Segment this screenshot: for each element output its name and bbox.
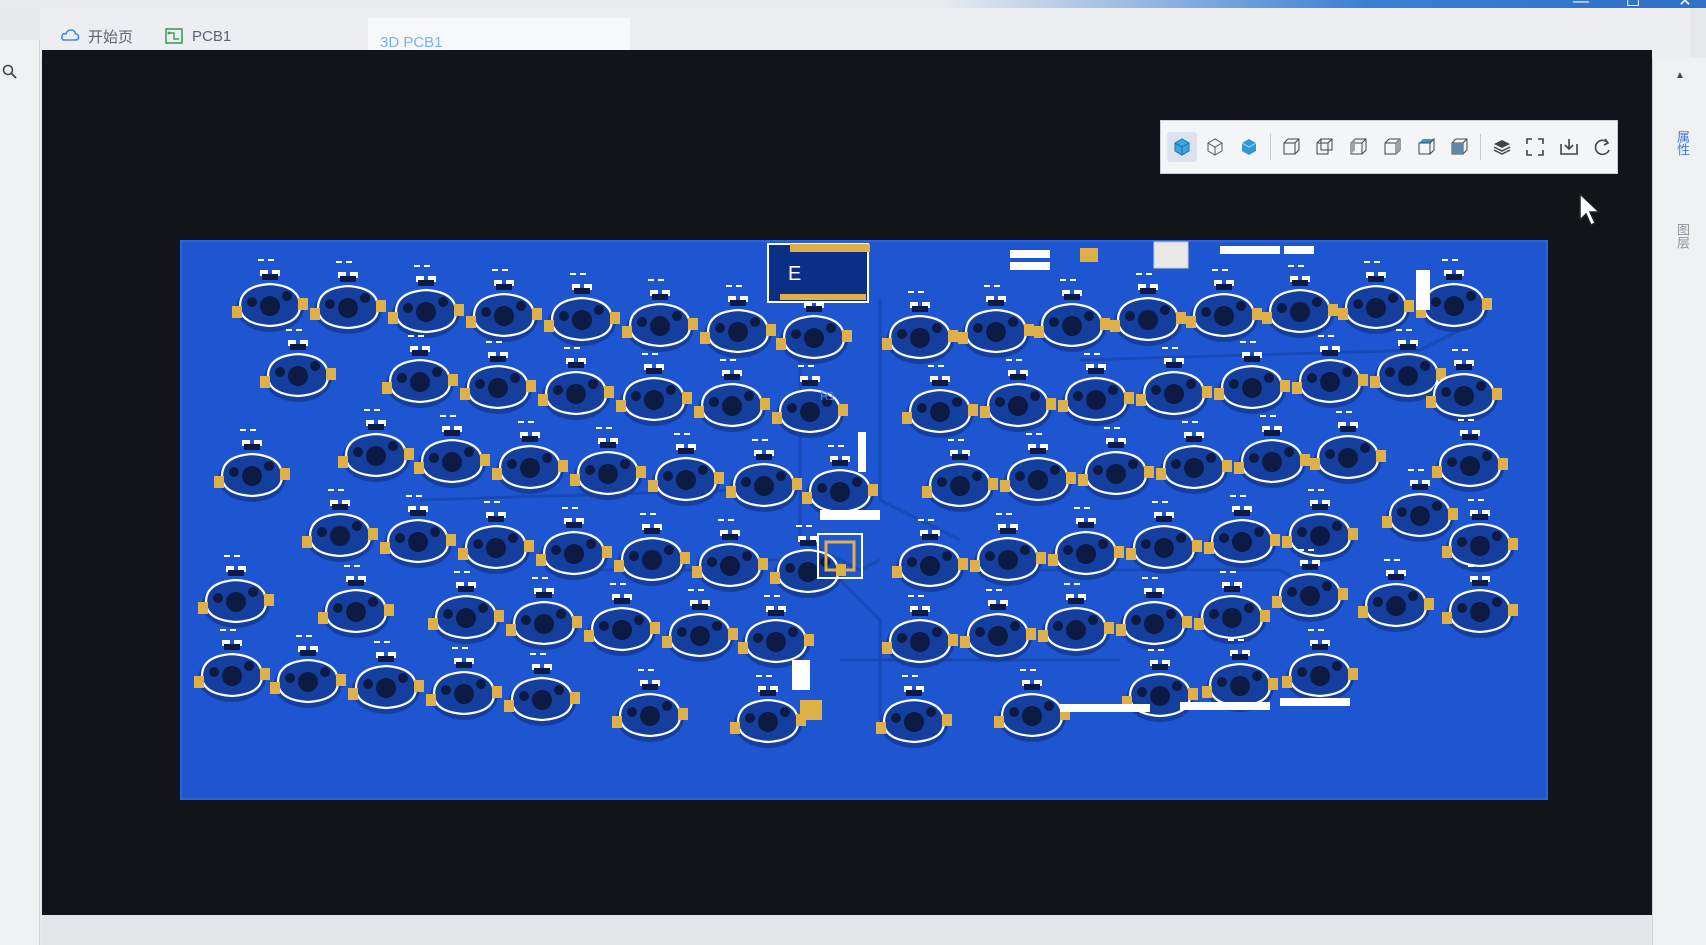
right-view-button[interactable]: [1377, 132, 1407, 162]
layers-button[interactable]: [1487, 132, 1517, 162]
left-view-button[interactable]: [1344, 132, 1374, 162]
iso-view-icon: [1174, 138, 1190, 156]
front-view-icon: [1283, 138, 1300, 155]
tab-label: PCB1: [192, 27, 232, 45]
search-icon[interactable]: [2, 64, 18, 80]
side-tab-layers[interactable]: 图层: [1667, 223, 1690, 249]
tab-label: 3D PCB1: [380, 33, 443, 51]
rotate-button[interactable]: [1588, 132, 1618, 162]
left-sidebar: [0, 40, 40, 945]
collapse-arrow-icon[interactable]: ▲: [1675, 70, 1685, 81]
layers-icon: [1493, 140, 1510, 155]
designator-label: R1: [820, 389, 836, 403]
bottom-view-icon: [1451, 138, 1468, 155]
main-mcu-chip: [817, 510, 880, 579]
switch-footprints: [192, 258, 1520, 750]
svg-text:E: E: [788, 263, 801, 285]
wireframe-view-icon: [1207, 138, 1223, 156]
fullscreen-icon: [1526, 138, 1545, 156]
tab-label: 开始页: [88, 28, 134, 46]
solid-view-button[interactable]: [1234, 132, 1264, 162]
status-area: [42, 915, 1682, 945]
front-view-button[interactable]: [1277, 132, 1307, 162]
bottom-view-button[interactable]: [1444, 132, 1474, 162]
usb-connector: [1153, 241, 1189, 269]
rotate-icon: [1595, 138, 1611, 156]
solid-view-icon: [1241, 139, 1257, 155]
fullscreen-button[interactable]: [1520, 132, 1550, 162]
pcb-board-3d[interactable]: E R1: [180, 240, 1548, 800]
right-view-icon: [1384, 138, 1401, 155]
left-view-icon: [1350, 138, 1367, 155]
mouse-cursor-icon: [1579, 192, 1601, 227]
cloud-home-icon: [61, 29, 80, 41]
usb-mcu-module: E: [767, 243, 870, 303]
export-icon: [1559, 139, 1578, 155]
window-title-bar: [0, 0, 1706, 8]
export-button[interactable]: [1554, 132, 1584, 162]
toolbar-separator: [1269, 134, 1271, 160]
back-view-icon: [1316, 138, 1333, 155]
3d-view-toolbar: [1160, 120, 1618, 174]
pcb-icon: [165, 28, 183, 44]
top-view-icon: [1418, 137, 1435, 155]
iso-view-button[interactable]: [1167, 132, 1197, 162]
back-view-button[interactable]: [1310, 132, 1340, 162]
top-view-button[interactable]: [1411, 132, 1441, 162]
pcb-3d-editor-window: — ☐ ✕ 开始页 PCB1 3D PCB1 E R1 ▲ 属性 图层: [0, 0, 1706, 945]
side-tab-properties[interactable]: 属性: [1667, 130, 1690, 156]
wireframe-view-button[interactable]: [1201, 132, 1231, 162]
toolbar-separator: [1479, 134, 1481, 160]
right-side-panel: ▲ 属性 图层: [1652, 58, 1706, 945]
pcb-render: E R1: [192, 241, 1520, 750]
